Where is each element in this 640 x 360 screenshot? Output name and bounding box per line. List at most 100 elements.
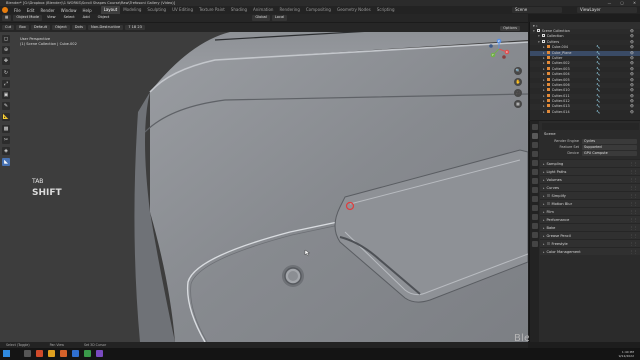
non-destructive-button[interactable]: Non-Destructive bbox=[88, 24, 124, 31]
render-tab-icon[interactable] bbox=[531, 133, 538, 139]
expand-arrow-icon[interactable]: ▸ bbox=[543, 67, 545, 71]
tab-shading[interactable]: Shading bbox=[228, 6, 250, 14]
menu-add[interactable]: Add bbox=[80, 15, 93, 21]
app-icon-red[interactable] bbox=[36, 350, 43, 357]
expand-arrow-icon[interactable]: ▸ bbox=[543, 94, 545, 98]
blender-logo-icon[interactable] bbox=[2, 7, 8, 13]
modifier-tab-icon[interactable] bbox=[531, 187, 538, 193]
options-dropdown[interactable]: Options bbox=[500, 26, 520, 31]
expand-arrow-icon[interactable]: ▾ bbox=[538, 34, 540, 38]
select-icon[interactable]: ◻ bbox=[2, 35, 10, 43]
collapsible-panel[interactable]: ▸ Grease Pencil ⋮⋮ bbox=[540, 231, 640, 239]
hardops-icon[interactable]: ◈ bbox=[2, 146, 10, 155]
menu-select[interactable]: Select bbox=[61, 15, 78, 21]
constraints-tab-icon[interactable] bbox=[531, 214, 538, 220]
editor-type-button[interactable]: ▦ bbox=[2, 15, 12, 21]
collapsible-panel[interactable]: ▸ Motion Blur ⋮⋮ bbox=[540, 199, 640, 207]
windows-start-icon[interactable] bbox=[3, 350, 10, 357]
scale-icon[interactable]: ⤢ bbox=[2, 79, 10, 88]
panel-checkbox[interactable] bbox=[546, 194, 550, 197]
transform-icon[interactable]: ▣ bbox=[2, 90, 10, 99]
measure-icon[interactable]: 📐 bbox=[2, 113, 10, 122]
tab-uv-editing[interactable]: UV Editing bbox=[169, 6, 196, 14]
expand-arrow-icon[interactable]: ▸ bbox=[543, 99, 545, 103]
tab-layout[interactable]: Layout bbox=[100, 6, 121, 14]
knife-icon[interactable]: ◣ bbox=[2, 158, 10, 167]
collapsible-panel[interactable]: ▸ Bake ⋮⋮ bbox=[540, 223, 640, 231]
tab-modeling[interactable]: Modeling bbox=[120, 6, 144, 14]
pan-hand-icon[interactable]: ✋ bbox=[514, 78, 522, 86]
expand-arrow-icon[interactable]: ▸ bbox=[543, 88, 545, 92]
tab-texture-paint[interactable]: Texture Paint bbox=[196, 6, 228, 14]
grid-values[interactable]: 7 18 23 bbox=[125, 24, 145, 31]
tab-rendering[interactable]: Rendering bbox=[276, 6, 302, 14]
expand-arrow-icon[interactable]: ▸ bbox=[543, 78, 545, 82]
material-tab-icon[interactable] bbox=[531, 232, 538, 238]
expand-arrow-icon[interactable]: ▾ bbox=[533, 29, 535, 33]
expand-arrow-icon[interactable]: ▸ bbox=[543, 51, 545, 55]
properties-search[interactable] bbox=[542, 123, 639, 130]
view-layer-selector[interactable]: ViewLayer bbox=[577, 7, 637, 13]
expand-arrow-icon[interactable]: ▸ bbox=[543, 61, 545, 65]
property-dropdown[interactable]: Cycles bbox=[582, 138, 637, 144]
annotate-icon[interactable]: ✎ bbox=[2, 102, 10, 111]
collapsible-panel[interactable]: ▸ Curves ⋮⋮ bbox=[540, 183, 640, 191]
cut-mode-button[interactable]: Cut bbox=[2, 24, 15, 31]
expand-arrow-icon[interactable]: ▸ bbox=[543, 104, 545, 108]
collapsible-panel[interactable]: ▸ Performance ⋮⋮ bbox=[540, 215, 640, 223]
physics-tab-icon[interactable] bbox=[531, 205, 538, 211]
cursor-icon[interactable]: ⊕ bbox=[2, 46, 10, 55]
search-icon[interactable] bbox=[24, 350, 31, 357]
scene-tab-icon[interactable] bbox=[531, 160, 538, 166]
shape-box-button[interactable]: Box bbox=[16, 24, 29, 31]
pivot-dropdown[interactable]: Local bbox=[271, 15, 288, 21]
expand-arrow-icon[interactable]: ▸ bbox=[543, 72, 545, 76]
outliner-filter-icon[interactable]: ▾ ⌕ bbox=[533, 24, 538, 28]
boxcutter-icon[interactable]: ✂ bbox=[2, 135, 10, 144]
menu-help[interactable]: Help bbox=[79, 8, 94, 13]
expand-arrow-icon[interactable]: ▸ bbox=[543, 110, 545, 114]
expand-arrow-icon[interactable]: ▸ bbox=[543, 45, 545, 49]
app-icon-green[interactable] bbox=[84, 350, 91, 357]
expand-arrow-icon[interactable]: ▾ bbox=[538, 40, 540, 44]
menu-window[interactable]: Window bbox=[58, 8, 80, 13]
rotate-icon[interactable]: ↻ bbox=[2, 68, 10, 77]
world-tab-icon[interactable] bbox=[531, 169, 538, 175]
app-icon-blue[interactable] bbox=[72, 350, 79, 357]
default-button[interactable]: Default bbox=[30, 24, 51, 31]
close-button[interactable]: ✕ bbox=[633, 1, 636, 5]
zoom-icon[interactable]: 🔍 bbox=[514, 67, 522, 75]
dots-button[interactable]: Dots bbox=[71, 24, 86, 31]
panel-checkbox[interactable] bbox=[546, 242, 550, 245]
property-dropdown[interactable]: Supported bbox=[582, 144, 637, 150]
menu-edit[interactable]: Edit bbox=[24, 8, 38, 13]
taskbar-clock[interactable]: 1:40 PM 9/12/2022 bbox=[619, 350, 634, 358]
collapsible-panel[interactable]: ▸ Simplify ⋮⋮ bbox=[540, 191, 640, 199]
property-dropdown[interactable]: GPU Compute bbox=[582, 150, 637, 156]
app-icon-purple[interactable] bbox=[96, 350, 103, 357]
tab-sculpting[interactable]: Sculpting bbox=[144, 6, 169, 14]
collapsible-panel[interactable]: ▸ Film ⋮⋮ bbox=[540, 207, 640, 215]
drag-handle-icon[interactable]: ⋮⋮ bbox=[630, 248, 637, 256]
mode-dropdown[interactable]: Object Mode bbox=[13, 15, 43, 21]
outliner-row[interactable]: ▸ Cutter.014 🔧 👁 bbox=[530, 109, 640, 115]
move-icon[interactable]: ✥ bbox=[2, 57, 10, 66]
visibility-eye-icon[interactable]: 👁 bbox=[630, 110, 634, 115]
menu-file[interactable]: File bbox=[11, 8, 24, 13]
texture-tab-icon[interactable] bbox=[531, 241, 538, 247]
3d-viewport[interactable] bbox=[0, 32, 528, 342]
output-tab-icon[interactable] bbox=[531, 142, 538, 148]
panel-checkbox[interactable] bbox=[546, 202, 550, 205]
view-layer-tab-icon[interactable] bbox=[531, 151, 538, 157]
collapsible-panel[interactable]: ▸ Sampling ⋮⋮ bbox=[540, 159, 640, 167]
collapsible-panel[interactable]: ▸ Freestyle ⋮⋮ bbox=[540, 239, 640, 247]
data-tab-icon[interactable] bbox=[531, 223, 538, 229]
collapsible-panel[interactable]: ▸ Volumes ⋮⋮ bbox=[540, 175, 640, 183]
menu-render[interactable]: Render bbox=[37, 8, 57, 13]
tab-compositing[interactable]: Compositing bbox=[303, 6, 334, 14]
object-button[interactable]: Object bbox=[52, 24, 70, 31]
scene-selector[interactable]: Scene bbox=[512, 7, 562, 13]
tab-geometry-nodes[interactable]: Geometry Nodes bbox=[334, 6, 374, 14]
blender-taskbar-icon[interactable] bbox=[60, 350, 67, 357]
menu-object[interactable]: Object bbox=[95, 15, 113, 21]
